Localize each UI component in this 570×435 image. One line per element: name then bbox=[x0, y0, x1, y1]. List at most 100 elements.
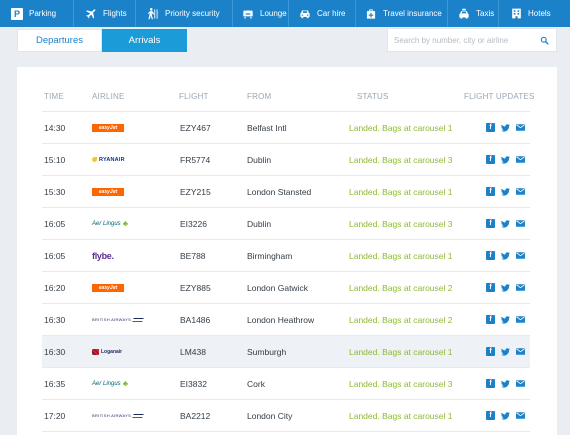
email-icon[interactable] bbox=[516, 347, 525, 356]
airline-cell: easyJet bbox=[92, 112, 162, 143]
email-icon[interactable] bbox=[516, 219, 525, 228]
tab-departures[interactable]: Departures bbox=[17, 29, 102, 52]
easyjet-logo: easyJet bbox=[92, 187, 124, 196]
nav-item-hotels[interactable]: Hotels bbox=[499, 0, 570, 27]
table-row[interactable]: 16:20 easyJet EZY885 London Gatwick Landed. … bbox=[42, 272, 530, 304]
airline-cell: easyJet bbox=[92, 176, 162, 207]
facebook-icon[interactable]: f bbox=[486, 251, 495, 260]
table-row[interactable]: 16:30 Loganair LM438 Sumburgh Landed. Bags a… bbox=[42, 336, 530, 368]
airline-cell: Aer Lingus ♣ bbox=[92, 368, 162, 399]
british-airways-logo: BRITISH AIRWAYS bbox=[92, 413, 144, 418]
facebook-icon[interactable]: f bbox=[486, 219, 495, 228]
hotel-icon bbox=[509, 7, 523, 21]
easyjet-logo: easyJet bbox=[92, 123, 124, 132]
email-icon[interactable] bbox=[516, 283, 525, 292]
table-row[interactable]: 16:05 flybe. BE788 Birmingham Landed. Bags a… bbox=[42, 240, 530, 272]
airline-cell: flybe. bbox=[92, 240, 162, 271]
airline-cell: BRITISH AIRWAYS bbox=[92, 304, 162, 335]
facebook-icon[interactable]: f bbox=[486, 347, 495, 356]
table-row[interactable]: 14:30 easyJet EZY467 Belfast Intl Landed. Ba… bbox=[42, 112, 530, 144]
facebook-icon[interactable]: f bbox=[486, 155, 495, 164]
table-row[interactable]: 15:30 easyJet EZY215 London Stansted Landed.… bbox=[42, 176, 530, 208]
arrival-time: 16:30 bbox=[44, 314, 66, 325]
ryanair-logo: RYANAIR bbox=[92, 157, 125, 163]
email-icon[interactable] bbox=[516, 315, 525, 324]
search-icon[interactable] bbox=[538, 34, 550, 46]
arrival-time: 16:30 bbox=[44, 346, 66, 357]
flight-number: EZY467 bbox=[180, 122, 211, 133]
search-input[interactable] bbox=[394, 35, 538, 45]
facebook-icon[interactable]: f bbox=[486, 411, 495, 420]
facebook-icon[interactable]: f bbox=[486, 283, 495, 292]
twitter-icon[interactable] bbox=[501, 251, 510, 260]
twitter-icon[interactable] bbox=[501, 187, 510, 196]
table-row[interactable]: 16:05 Aer Lingus ♣ EI3226 Dublin Landed. Bags… bbox=[42, 208, 530, 240]
flight-updates: f bbox=[486, 144, 525, 175]
flight-updates: f bbox=[486, 368, 525, 399]
arrivals-card: TIME AIRLINE FLIGHT FROM STATUS FLIGHT U… bbox=[17, 67, 557, 435]
flight-status: Landed. Bags at carousel 2 bbox=[349, 282, 453, 293]
table-row[interactable]: 16:30 BRITISH AIRWAYS BA1486 London Heathro… bbox=[42, 304, 530, 336]
airline-cell: BRITISH AIRWAYS bbox=[92, 400, 162, 431]
flight-number: BA1486 bbox=[180, 314, 211, 325]
nav-item-parking[interactable]: P Parking bbox=[0, 0, 74, 27]
tab-arrivals[interactable]: Arrivals bbox=[102, 29, 187, 52]
flight-updates: f bbox=[486, 400, 525, 431]
facebook-icon[interactable]: f bbox=[486, 123, 495, 132]
email-icon[interactable] bbox=[516, 155, 525, 164]
email-icon[interactable] bbox=[516, 251, 525, 260]
facebook-icon[interactable]: f bbox=[486, 379, 495, 388]
email-icon[interactable] bbox=[516, 187, 525, 196]
easyjet-logo: easyJet bbox=[92, 283, 124, 292]
parking-icon: P bbox=[10, 7, 24, 21]
twitter-icon[interactable] bbox=[501, 219, 510, 228]
nav-item-priority-security[interactable]: Priority security bbox=[136, 0, 233, 27]
origin-city: Sumburgh bbox=[247, 346, 287, 357]
twitter-icon[interactable] bbox=[501, 347, 510, 356]
airline-cell: easyJet bbox=[92, 272, 162, 303]
flight-updates: f bbox=[486, 240, 525, 271]
flight-number: EZY885 bbox=[180, 282, 211, 293]
flight-updates: f bbox=[486, 208, 525, 239]
arrival-time: 16:05 bbox=[44, 250, 66, 261]
origin-city: London Stansted bbox=[247, 186, 312, 197]
twitter-icon[interactable] bbox=[501, 379, 510, 388]
origin-city: Cork bbox=[247, 378, 265, 389]
origin-city: Dublin bbox=[247, 218, 272, 229]
nav-item-lounge[interactable]: Lounge bbox=[233, 0, 289, 27]
email-icon[interactable] bbox=[516, 123, 525, 132]
nav-item-taxis[interactable]: Taxis bbox=[448, 0, 499, 27]
flight-number: FR5774 bbox=[180, 154, 211, 165]
nav-item-car-hire[interactable]: Car hire bbox=[289, 0, 356, 27]
nav-item-travel-insurance[interactable]: Travel insurance bbox=[356, 0, 448, 27]
header-airline: AIRLINE bbox=[92, 92, 125, 101]
table-row[interactable]: 16:35 Aer Lingus ♣ EI3832 Cork Landed. Bags a… bbox=[42, 368, 530, 400]
aer-lingus-logo: Aer Lingus ♣ bbox=[92, 379, 128, 388]
security-icon bbox=[146, 7, 160, 21]
twitter-icon[interactable] bbox=[501, 283, 510, 292]
flight-updates: f bbox=[486, 272, 525, 303]
email-icon[interactable] bbox=[516, 411, 525, 420]
origin-city: London Heathrow bbox=[247, 314, 315, 325]
car-icon bbox=[298, 7, 312, 21]
aer-lingus-logo: Aer Lingus ♣ bbox=[92, 219, 128, 228]
table-row[interactable]: 15:10 RYANAIR FR5774 Dublin Landed. Bags at … bbox=[42, 144, 530, 176]
facebook-icon[interactable]: f bbox=[486, 315, 495, 324]
twitter-icon[interactable] bbox=[501, 155, 510, 164]
flight-number: EI3832 bbox=[180, 378, 207, 389]
arrival-time: 15:30 bbox=[44, 186, 66, 197]
flight-updates: f bbox=[486, 112, 525, 143]
nav-item-flights[interactable]: Flights bbox=[74, 0, 136, 27]
flight-number: EZY215 bbox=[180, 186, 211, 197]
origin-city: London Gatwick bbox=[247, 282, 308, 293]
twitter-icon[interactable] bbox=[501, 411, 510, 420]
header-flight-updates: FLIGHT UPDATES bbox=[464, 92, 535, 101]
facebook-icon[interactable]: f bbox=[486, 187, 495, 196]
table-row[interactable]: 17:20 BRITISH AIRWAYS BA2212 London City Lan… bbox=[42, 400, 530, 432]
twitter-icon[interactable] bbox=[501, 315, 510, 324]
twitter-icon[interactable] bbox=[501, 123, 510, 132]
flybe-logo: flybe. bbox=[92, 250, 114, 261]
flight-status: Landed. Bags at carousel 1 bbox=[349, 122, 453, 133]
arrival-time: 14:30 bbox=[44, 122, 66, 133]
email-icon[interactable] bbox=[516, 379, 525, 388]
